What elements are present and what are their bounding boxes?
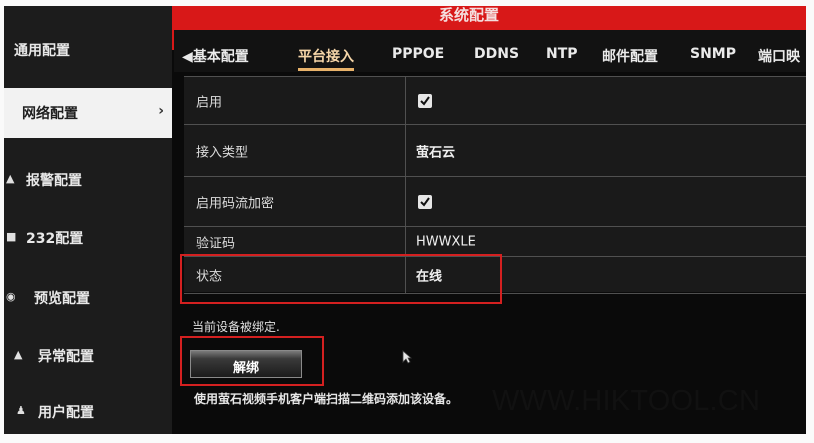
sidebar-item-network[interactable]: 网络配置 ›: [4, 88, 172, 138]
mouse-cursor-icon: [402, 349, 413, 368]
field-label: 验证码: [196, 236, 236, 252]
sidebar-item-label: 通用配置: [14, 43, 70, 59]
back-button[interactable]: ◀基本配置: [182, 46, 249, 66]
monitor-screen: 系统配置 通用配置 网络配置 › ▲ 报警配置 ■ 232配置 ◉ 预览配置 ▲…: [4, 6, 806, 434]
unbind-highlight-box: [180, 336, 324, 386]
tab-snmp[interactable]: SNMP: [690, 46, 736, 62]
sidebar-item-general[interactable]: 通用配置: [4, 28, 172, 72]
status-highlight-box: [180, 254, 502, 304]
field-label: 启用: [196, 95, 223, 111]
alert-icon: ▲: [14, 348, 23, 361]
chevron-right-icon: ›: [158, 103, 164, 119]
verification-code-value[interactable]: HWWXLE: [416, 235, 476, 250]
sidebar-item-alarm[interactable]: ▲ 报警配置: [4, 158, 172, 202]
enable-row: 启用: [184, 76, 806, 125]
field-label: 接入类型: [196, 145, 249, 161]
tab-bar: ◀基本配置 平台接入 PPPOE DDNS NTP 邮件配置 SNMP 端口映: [174, 30, 806, 72]
bound-note: 当前设备被绑定.: [192, 320, 280, 334]
access-type-row: 接入类型 萤石云: [184, 124, 806, 177]
watermark: WWW.HIKTOOL.CN: [492, 385, 761, 417]
verification-code-row: 验证码 HWWXLE: [184, 226, 806, 257]
sidebar: 通用配置 网络配置 › ▲ 报警配置 ■ 232配置 ◉ 预览配置 ▲ 异常配置: [4, 6, 172, 434]
tab-port-mapping[interactable]: 端口映: [758, 46, 800, 66]
user-icon: ♟: [16, 404, 26, 417]
sidebar-item-label: 预览配置: [34, 291, 90, 307]
photo-frame: 系统配置 通用配置 网络配置 › ▲ 报警配置 ■ 232配置 ◉ 预览配置 ▲…: [0, 0, 814, 443]
sidebar-item-label: 报警配置: [26, 173, 82, 189]
sidebar-item-preview[interactable]: ◉ 预览配置: [4, 276, 172, 320]
sidebar-item-label: 用户配置: [38, 405, 94, 421]
instruction-text: 使用萤石视频手机客户端扫描二维码添加该设备。: [194, 392, 459, 406]
serial-icon: ■: [6, 230, 17, 243]
sidebar-item-label: 异常配置: [38, 349, 94, 365]
sidebar-item-label: 网络配置: [22, 106, 78, 122]
sidebar-item-232[interactable]: ■ 232配置: [4, 216, 172, 260]
access-type-value[interactable]: 萤石云: [416, 142, 455, 161]
tab-ddns[interactable]: DDNS: [474, 46, 519, 62]
window-title: 系统配置: [438, 6, 499, 24]
stream-encryption-row: 启用码流加密: [184, 176, 806, 227]
sidebar-item-user[interactable]: ♟ 用户配置: [4, 390, 172, 434]
back-label: 基本配置: [192, 49, 249, 65]
tab-pppoe[interactable]: PPPOE: [392, 46, 444, 62]
enable-checkbox[interactable]: [418, 94, 432, 108]
sidebar-item-exception[interactable]: ▲ 异常配置: [4, 334, 172, 378]
tab-email[interactable]: 邮件配置: [602, 46, 658, 66]
warning-icon: ▲: [6, 172, 15, 185]
field-label: 启用码流加密: [196, 196, 275, 212]
chevron-left-icon: ◀: [182, 49, 193, 65]
tab-ntp[interactable]: NTP: [546, 46, 578, 62]
tab-platform-access[interactable]: 平台接入: [298, 46, 354, 71]
stream-encryption-checkbox[interactable]: [418, 195, 432, 209]
sidebar-item-label: 232配置: [26, 231, 84, 247]
eye-icon: ◉: [6, 290, 16, 303]
